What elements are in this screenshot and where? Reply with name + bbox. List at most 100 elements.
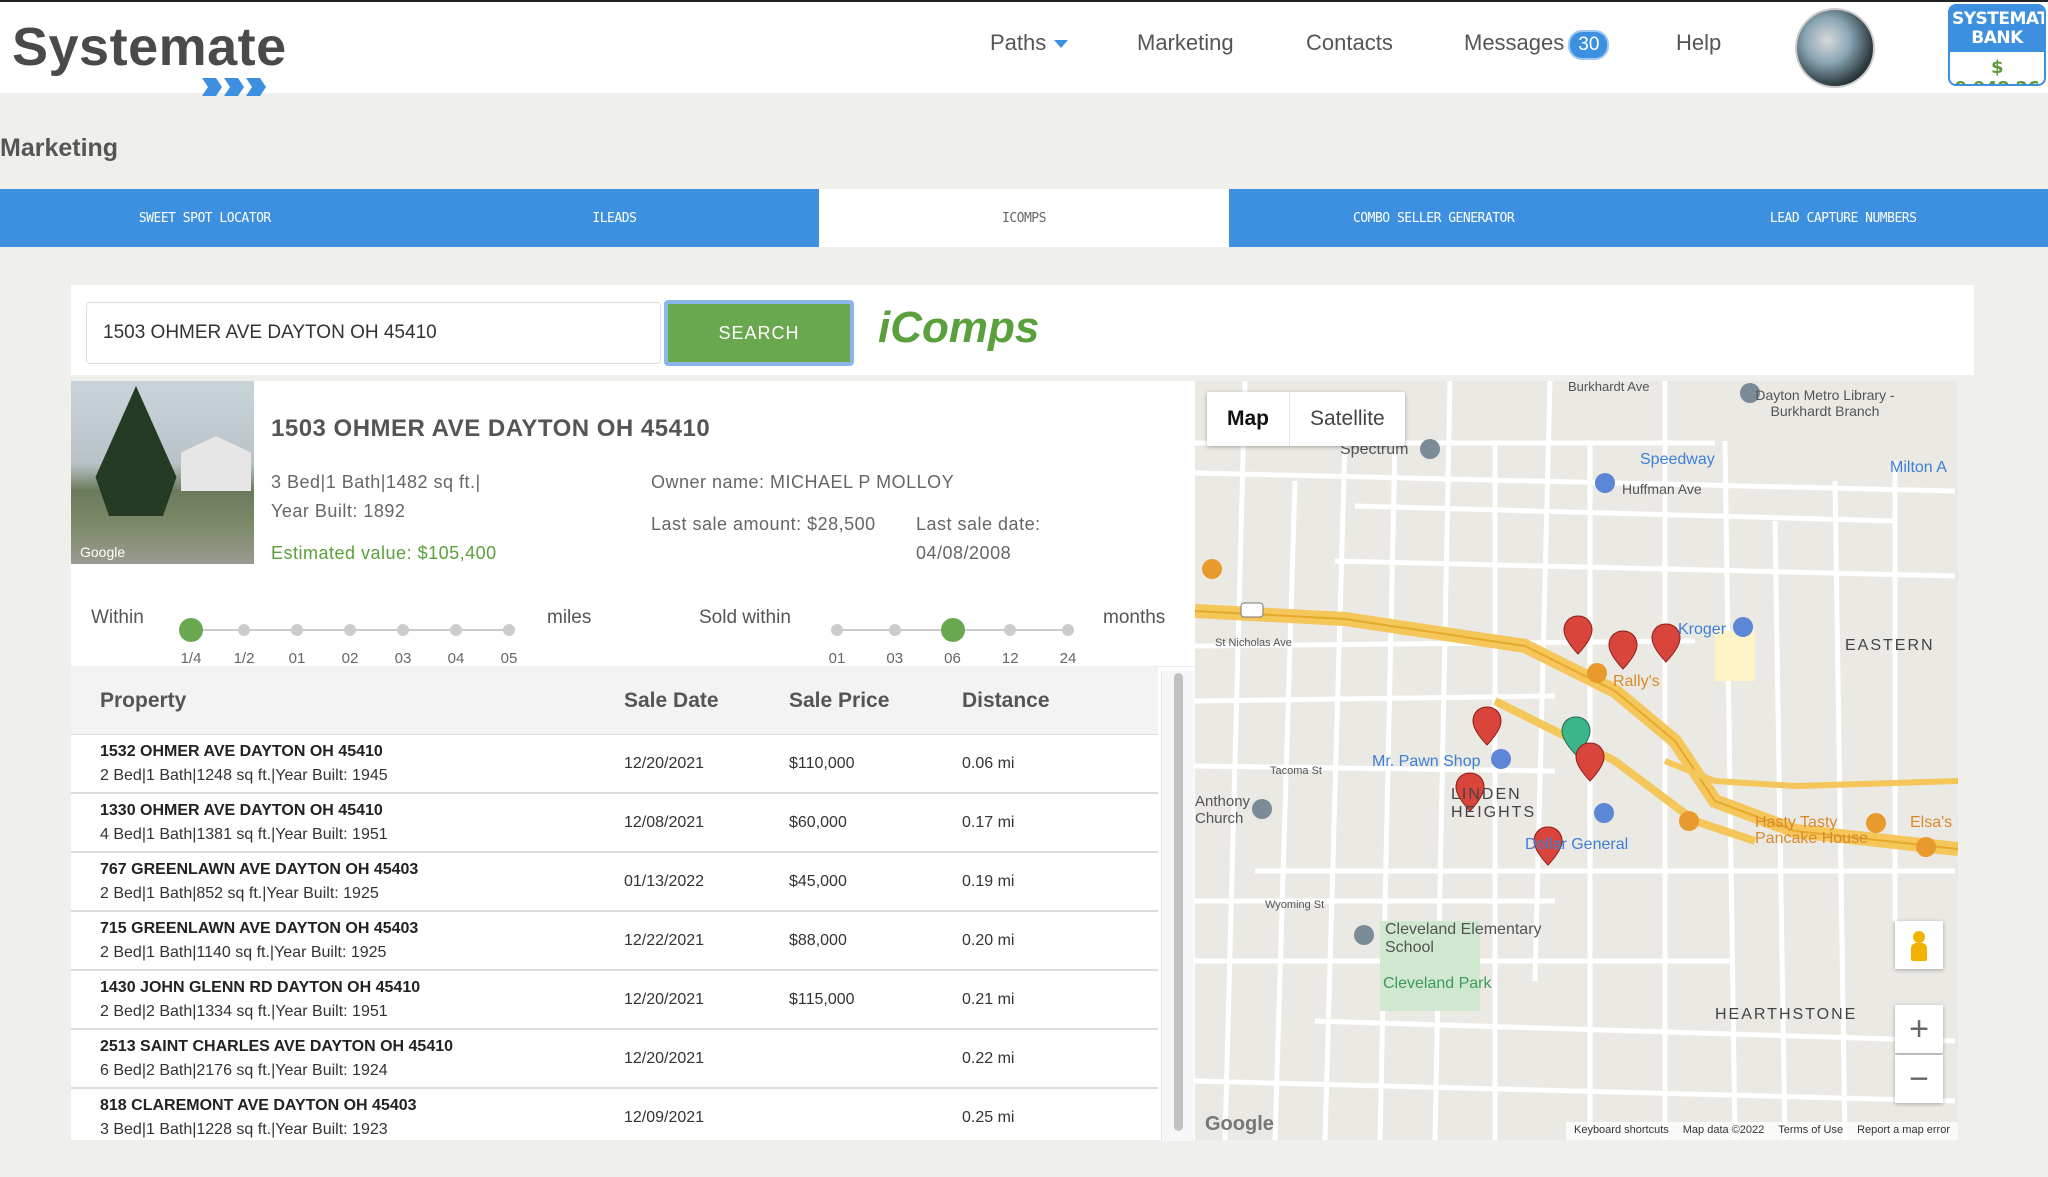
table-row[interactable]: 715 GREENLAWN AVE DAYTON OH 45403 2 Bed|… — [71, 912, 1158, 971]
tab-icomps[interactable]: ICOMPS — [819, 189, 1229, 247]
search-card: SEARCH iComps — [71, 285, 1974, 375]
months-slider-tick-label: 06 — [944, 650, 961, 667]
nav-paths[interactable]: Paths — [990, 30, 1069, 56]
row-specs: 6 Bed|2 Bath|2176 sq ft.|Year Built: 192… — [100, 1062, 388, 1079]
keyboard-shortcuts-link[interactable]: Keyboard shortcuts — [1574, 1124, 1669, 1138]
row-address: 715 GREENLAWN AVE DAYTON OH 45403 — [100, 920, 419, 937]
row-specs: 3 Bed|1 Bath|1228 sq ft.|Year Built: 192… — [100, 1121, 388, 1138]
row-sale-price: $88,000 — [789, 932, 847, 949]
map-type-satellite[interactable]: Satellite — [1290, 392, 1405, 446]
map-label: Dayton Metro Library - Burkhardt Branch — [1755, 387, 1895, 419]
systemate-bank-widget[interactable]: SYSTEMATE BANK $ 9,948.26 — [1948, 4, 2046, 86]
map-label: Cleveland Park — [1383, 975, 1492, 992]
logo-chevrons-icon — [202, 78, 266, 96]
col-property[interactable]: Property — [100, 689, 186, 713]
tab-sweet-spot-locator[interactable]: SWEET SPOT LOCATOR — [0, 189, 410, 247]
months-slider-tick-label: 03 — [886, 650, 904, 667]
row-address: 767 GREENLAWN AVE DAYTON OH 45403 — [100, 861, 419, 878]
nav-messages[interactable]: Messages 30 — [1464, 30, 1610, 60]
systemate-logo[interactable]: Systemate — [12, 16, 287, 96]
scrollbar-thumb[interactable] — [1174, 673, 1183, 1131]
street-view-pegman-icon[interactable] — [1895, 921, 1943, 969]
nav-paths-label: Paths — [990, 30, 1047, 55]
sold-within-unit: months — [1103, 607, 1166, 628]
table-row[interactable]: 1330 OHMER AVE DAYTON OH 45410 4 Bed|1 B… — [71, 794, 1158, 853]
col-distance[interactable]: Distance — [962, 689, 1050, 713]
map-base — [1195, 381, 1958, 1140]
top-navbar: Systemate Paths Marketing Contacts Messa… — [0, 0, 2048, 96]
table-row[interactable]: 1430 JOHN GLENN RD DAYTON OH 45410 2 Bed… — [71, 971, 1158, 1030]
address-search-input[interactable] — [86, 302, 661, 364]
row-specs: 2 Bed|1 Bath|1248 sq ft.|Year Built: 194… — [100, 767, 388, 784]
row-sale-date: 01/13/2022 — [624, 873, 705, 890]
row-sale-date: 12/09/2021 — [624, 1109, 705, 1126]
table-row[interactable]: 767 GREENLAWN AVE DAYTON OH 45403 2 Bed|… — [71, 853, 1158, 912]
row-distance: 0.19 mi — [962, 873, 1015, 890]
table-scrollbar[interactable] — [1161, 671, 1194, 1141]
zoom-out-button[interactable]: − — [1895, 1055, 1943, 1103]
nav-marketing[interactable]: Marketing — [1137, 30, 1234, 56]
row-address: 1532 OHMER AVE DAYTON OH 45410 — [100, 743, 383, 760]
bank-amount: $ 9,948.26 — [1955, 57, 2040, 84]
months-slider-stop[interactable] — [940, 618, 965, 642]
table-header: Property Sale Date Sale Price Distance — [71, 667, 1158, 735]
row-sale-price: $60,000 — [789, 814, 847, 831]
property-street-view-photo[interactable]: Google — [71, 381, 254, 564]
table-row[interactable]: 818 CLAREMONT AVE DAYTON OH 45403 3 Bed|… — [71, 1089, 1158, 1148]
table-row[interactable]: 2513 SAINT CHARLES AVE DAYTON OH 45410 6… — [71, 1030, 1158, 1089]
months-slider-stop[interactable] — [1004, 624, 1017, 636]
nav-contacts[interactable]: Contacts — [1306, 30, 1393, 56]
months-slider-stop[interactable] — [888, 624, 901, 636]
tab-combo-seller-generator[interactable]: COMBO SELLER GENERATOR — [1229, 189, 1639, 247]
subject-last-sale-amount: Last sale amount: $28,500 — [651, 514, 876, 534]
map-label: Milton A — [1890, 459, 1947, 476]
subject-beds-baths-sqft: 3 Bed|1 Bath|1482 sq ft.| — [271, 472, 481, 492]
row-distance: 0.25 mi — [962, 1109, 1015, 1126]
map-type-map[interactable]: Map — [1207, 392, 1290, 446]
map-label: Hasty Tasty Pancake House — [1755, 814, 1868, 847]
row-specs: 2 Bed|1 Bath|1140 sq ft.|Year Built: 192… — [100, 944, 387, 961]
search-button[interactable]: SEARCH — [664, 300, 854, 366]
comps-map[interactable]: Map Satellite Burkhardt Ave Dayton Metro… — [1195, 381, 1958, 1140]
row-specs: 4 Bed|1 Bath|1381 sq ft.|Year Built: 195… — [100, 826, 388, 843]
row-address: 2513 SAINT CHARLES AVE DAYTON OH 45410 — [100, 1038, 454, 1055]
logo-text: Systemate — [12, 17, 287, 77]
row-distance: 0.21 mi — [962, 991, 1015, 1008]
table-row[interactable]: 1532 OHMER AVE DAYTON OH 45410 2 Bed|1 B… — [71, 735, 1158, 794]
months-slider-stop[interactable] — [1062, 624, 1074, 636]
row-address: 1330 OHMER AVE DAYTON OH 45410 — [100, 802, 383, 819]
map-label: Anthony Church — [1195, 793, 1251, 827]
map-label: HEARTHSTONE — [1715, 1006, 1858, 1023]
zoom-in-button[interactable]: + — [1895, 1005, 1943, 1053]
user-avatar[interactable] — [1795, 8, 1875, 88]
row-sale-price: $45,000 — [789, 873, 847, 890]
row-sale-price: $110,000 — [789, 755, 855, 772]
months-slider-stop[interactable] — [831, 624, 843, 636]
terms-link[interactable]: Terms of Use — [1778, 1124, 1843, 1138]
tree-shape — [95, 386, 177, 516]
subject-owner: Owner name: MICHAEL P MOLLOY — [651, 472, 955, 492]
map-label: Cleveland Elementary School — [1385, 921, 1542, 956]
months-slider[interactable]: 01 03 06 12 24 — [71, 541, 1196, 681]
map-label: EASTERN — [1845, 637, 1935, 654]
marketing-tabs: SWEET SPOT LOCATOR ILEADS ICOMPS COMBO S… — [0, 189, 2048, 247]
col-sale-price[interactable]: Sale Price — [789, 689, 889, 713]
nav-help[interactable]: Help — [1676, 30, 1721, 56]
map-label: Tacoma St — [1270, 765, 1322, 777]
col-sale-date[interactable]: Sale Date — [624, 689, 719, 713]
tab-lead-capture-numbers[interactable]: LEAD CAPTURE NUMBERS — [1638, 189, 2048, 247]
row-distance: 0.22 mi — [962, 1050, 1015, 1067]
subject-property-panel: Google 1503 OHMER AVE DAYTON OH 45410 3 … — [71, 381, 1196, 1141]
map-label: St Nicholas Ave — [1215, 637, 1292, 649]
nav-messages-label: Messages — [1464, 30, 1565, 55]
comps-table: Property Sale Date Sale Price Distance 1… — [71, 666, 1196, 1141]
house-shape — [181, 436, 251, 491]
map-label: Mr. Pawn Shop — [1372, 753, 1481, 770]
map-label: Rally's — [1613, 673, 1660, 690]
report-error-link[interactable]: Report a map error — [1857, 1124, 1950, 1138]
map-label: Dollar General — [1525, 836, 1629, 853]
subject-last-sale-date-label: Last sale date: — [916, 514, 1041, 534]
row-specs: 2 Bed|2 Bath|1334 sq ft.|Year Built: 195… — [100, 1003, 388, 1020]
row-sale-date: 12/22/2021 — [624, 932, 705, 949]
tab-ileads[interactable]: ILEADS — [410, 189, 820, 247]
